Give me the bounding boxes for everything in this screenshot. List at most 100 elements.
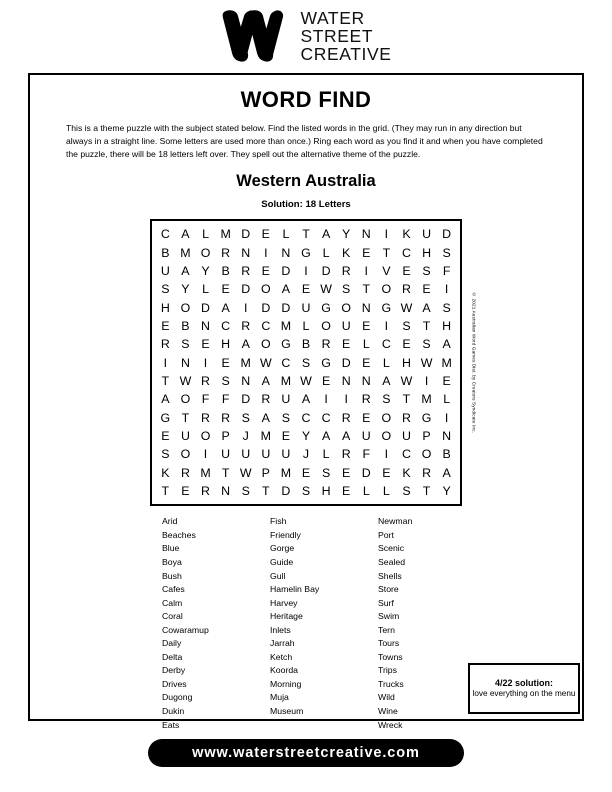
grid-cell[interactable]: C xyxy=(155,225,175,243)
grid-cell[interactable]: O xyxy=(256,280,276,298)
grid-cell[interactable]: N xyxy=(356,372,376,390)
grid-cell[interactable]: W xyxy=(296,372,316,390)
grid-cell[interactable]: S xyxy=(216,372,236,390)
grid-cell[interactable]: I xyxy=(256,244,276,262)
grid-cell[interactable]: O xyxy=(417,445,437,463)
grid-cell[interactable]: E xyxy=(376,464,396,482)
grid-cell[interactable]: M xyxy=(216,225,236,243)
grid-cell[interactable]: G xyxy=(316,354,336,372)
word-list-item[interactable]: Friendly xyxy=(270,529,378,543)
grid-cell[interactable]: U xyxy=(396,427,416,445)
grid-cell[interactable]: G xyxy=(417,409,437,427)
grid-cell[interactable]: D xyxy=(276,299,296,317)
grid-cell[interactable]: T xyxy=(256,482,276,500)
grid-cell[interactable]: I xyxy=(376,445,396,463)
grid-cell[interactable]: H xyxy=(216,335,236,353)
grid-cell[interactable]: W xyxy=(236,464,256,482)
grid-cell[interactable]: N xyxy=(437,427,457,445)
grid-cell[interactable]: W xyxy=(396,372,416,390)
grid-cell[interactable]: G xyxy=(376,299,396,317)
word-list-item[interactable]: Gull xyxy=(270,570,378,584)
grid-cell[interactable]: D xyxy=(236,280,256,298)
grid-cell[interactable]: H xyxy=(417,244,437,262)
grid-cell[interactable]: U xyxy=(276,445,296,463)
grid-cell[interactable]: N xyxy=(356,225,376,243)
word-list-item[interactable]: Dugong xyxy=(162,691,270,705)
word-list-item[interactable]: Fish xyxy=(270,515,378,529)
grid-cell[interactable]: L xyxy=(316,445,336,463)
grid-cell[interactable]: F xyxy=(195,390,215,408)
grid-cell[interactable]: I xyxy=(437,280,457,298)
grid-cell[interactable]: O xyxy=(376,280,396,298)
grid-cell[interactable]: N xyxy=(236,244,256,262)
grid-cell[interactable]: D xyxy=(437,225,457,243)
grid-cell[interactable]: D xyxy=(336,354,356,372)
word-list-item[interactable]: Scenic xyxy=(378,542,478,556)
grid-cell[interactable]: U xyxy=(236,445,256,463)
grid-cell[interactable]: O xyxy=(316,317,336,335)
grid-cell[interactable]: M xyxy=(256,427,276,445)
grid-cell[interactable]: R xyxy=(417,464,437,482)
grid-cell[interactable]: O xyxy=(336,299,356,317)
grid-cell[interactable]: Y xyxy=(336,225,356,243)
grid-cell[interactable]: D xyxy=(276,262,296,280)
grid-cell[interactable]: G xyxy=(155,409,175,427)
grid-cell[interactable]: L xyxy=(437,390,457,408)
grid-cell[interactable]: D xyxy=(276,482,296,500)
grid-cell[interactable]: E xyxy=(155,317,175,335)
grid-cell[interactable]: E xyxy=(216,354,236,372)
grid-cell[interactable]: S xyxy=(316,464,336,482)
word-list-item[interactable]: Jarrah xyxy=(270,637,378,651)
grid-cell[interactable]: S xyxy=(437,244,457,262)
grid-cell[interactable]: A xyxy=(256,409,276,427)
grid-cell[interactable]: W xyxy=(417,354,437,372)
grid-cell[interactable]: A xyxy=(276,280,296,298)
grid-cell[interactable]: S xyxy=(276,409,296,427)
grid-cell[interactable]: A xyxy=(336,427,356,445)
grid-cell[interactable]: G xyxy=(296,244,316,262)
grid-cell[interactable]: T xyxy=(356,280,376,298)
grid-cell[interactable]: S xyxy=(155,280,175,298)
grid-cell[interactable]: A xyxy=(316,225,336,243)
grid-cell[interactable]: L xyxy=(276,225,296,243)
grid-cell[interactable]: W xyxy=(256,354,276,372)
grid-cell[interactable]: I xyxy=(155,354,175,372)
grid-cell[interactable]: U xyxy=(276,390,296,408)
word-list-item[interactable]: Trips xyxy=(378,664,478,678)
word-list-item[interactable]: Ketch xyxy=(270,651,378,665)
grid-cell[interactable]: C xyxy=(396,445,416,463)
grid-cell[interactable]: L xyxy=(376,354,396,372)
grid-cell[interactable]: M xyxy=(195,464,215,482)
grid-cell[interactable]: T xyxy=(155,372,175,390)
grid-cell[interactable]: E xyxy=(296,464,316,482)
grid-cell[interactable]: O xyxy=(195,427,215,445)
grid-cell[interactable]: S xyxy=(417,262,437,280)
grid-cell[interactable]: C xyxy=(216,317,236,335)
grid-cell[interactable]: S xyxy=(396,317,416,335)
grid-cell[interactable]: A xyxy=(376,372,396,390)
grid-cell[interactable]: W xyxy=(316,280,336,298)
grid-cell[interactable]: L xyxy=(376,482,396,500)
grid-cell[interactable]: H xyxy=(316,482,336,500)
grid-cell[interactable]: E xyxy=(336,482,356,500)
grid-cell[interactable]: M xyxy=(175,244,195,262)
grid-cell[interactable]: E xyxy=(336,464,356,482)
grid-cell[interactable]: N xyxy=(276,244,296,262)
grid-cell[interactable]: L xyxy=(356,335,376,353)
grid-cell[interactable]: D xyxy=(256,299,276,317)
word-list-item[interactable]: Eats xyxy=(162,719,270,733)
word-list-item[interactable]: Tern xyxy=(378,624,478,638)
grid-cell[interactable]: S xyxy=(236,482,256,500)
grid-cell[interactable]: O xyxy=(376,409,396,427)
grid-cell[interactable]: S xyxy=(336,280,356,298)
grid-cell[interactable]: E xyxy=(356,244,376,262)
grid-cell[interactable]: B xyxy=(437,445,457,463)
grid-cell[interactable]: A xyxy=(256,372,276,390)
grid-cell[interactable]: M xyxy=(276,464,296,482)
word-list-item[interactable]: Arid xyxy=(162,515,270,529)
grid-cell[interactable]: I xyxy=(356,262,376,280)
grid-cell[interactable]: J xyxy=(296,445,316,463)
grid-cell[interactable]: U xyxy=(296,299,316,317)
grid-cell[interactable]: I xyxy=(236,299,256,317)
grid-cell[interactable]: M xyxy=(276,317,296,335)
